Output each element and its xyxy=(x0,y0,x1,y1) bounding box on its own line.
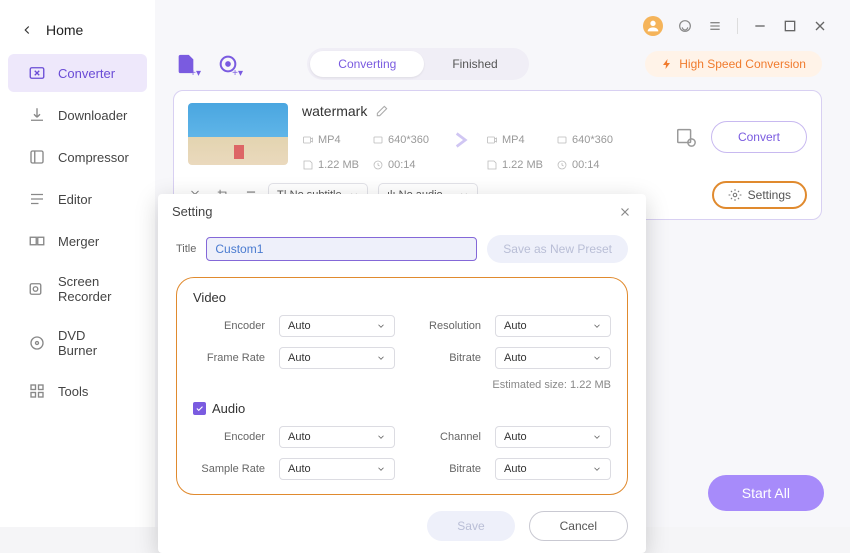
sidebar-item-tools[interactable]: Tools xyxy=(8,372,147,410)
settings-button[interactable]: Settings xyxy=(712,181,807,209)
video-icon xyxy=(302,134,314,146)
home-link[interactable]: Home xyxy=(0,12,155,52)
menu-icon[interactable] xyxy=(707,18,723,34)
converter-icon xyxy=(28,64,46,82)
status-tabs: Converting Finished xyxy=(307,48,528,80)
gear-icon xyxy=(728,188,742,202)
merger-icon xyxy=(28,232,46,250)
size-icon xyxy=(486,159,498,171)
save-preset-button[interactable]: Save as New Preset xyxy=(487,235,628,263)
video-encoder-select[interactable]: Auto xyxy=(279,315,395,337)
video-bitrate-select[interactable]: Auto xyxy=(495,347,611,369)
clock-icon xyxy=(556,159,568,171)
save-button[interactable]: Save xyxy=(427,511,514,541)
modal-title: Setting xyxy=(172,204,212,219)
video-framerate-select[interactable]: Auto xyxy=(279,347,395,369)
settings-modal: Setting Title Save as New Preset Video E… xyxy=(158,194,646,553)
edit-icon[interactable] xyxy=(375,104,389,118)
sidebar: Home Converter Downloader Compressor Edi… xyxy=(0,0,155,527)
title-label: Title xyxy=(176,243,196,255)
start-all-button[interactable]: Start All xyxy=(708,475,824,511)
audio-encoder-select[interactable]: Auto xyxy=(279,426,395,448)
video-resolution-select[interactable]: Auto xyxy=(495,315,611,337)
resolution-icon xyxy=(556,134,568,146)
video-thumbnail[interactable] xyxy=(188,103,288,165)
audio-checkbox[interactable] xyxy=(193,402,206,415)
clock-icon xyxy=(372,159,384,171)
recorder-icon xyxy=(28,280,46,298)
tab-converting[interactable]: Converting xyxy=(310,51,424,77)
support-icon[interactable] xyxy=(677,18,693,34)
sidebar-item-merger[interactable]: Merger xyxy=(8,222,147,260)
close-button[interactable] xyxy=(812,18,828,34)
maximize-button[interactable] xyxy=(782,18,798,34)
preset-title-input[interactable] xyxy=(206,237,477,261)
convert-button[interactable]: Convert xyxy=(711,121,807,153)
tools-icon xyxy=(28,382,46,400)
sidebar-item-downloader[interactable]: Downloader xyxy=(8,96,147,134)
editor-icon xyxy=(28,190,46,208)
close-icon[interactable] xyxy=(618,205,632,219)
video-group-label: Video xyxy=(193,290,611,305)
avatar[interactable] xyxy=(643,16,663,36)
sidebar-item-screen-recorder[interactable]: Screen Recorder xyxy=(8,264,147,314)
resolution-icon xyxy=(372,134,384,146)
output-settings-icon[interactable] xyxy=(675,126,697,148)
file-title: watermark xyxy=(302,103,367,119)
minimize-button[interactable] xyxy=(752,18,768,34)
video-audio-group: Video Encoder Auto Resolution Auto Frame… xyxy=(176,277,628,495)
audio-samplerate-select[interactable]: Auto xyxy=(279,458,395,480)
video-icon xyxy=(486,134,498,146)
add-file-button[interactable]: +▾ xyxy=(173,51,199,77)
download-icon xyxy=(28,106,46,124)
lightning-icon xyxy=(661,58,673,70)
sidebar-item-compressor[interactable]: Compressor xyxy=(8,138,147,176)
sidebar-item-editor[interactable]: Editor xyxy=(8,180,147,218)
tab-finished[interactable]: Finished xyxy=(424,51,525,77)
compress-icon xyxy=(28,148,46,166)
arrow-right-icon xyxy=(448,127,474,153)
sidebar-item-dvd-burner[interactable]: DVD Burner xyxy=(8,318,147,368)
sidebar-item-converter[interactable]: Converter xyxy=(8,54,147,92)
chevron-left-icon xyxy=(20,23,34,37)
audio-channel-select[interactable]: Auto xyxy=(495,426,611,448)
size-icon xyxy=(302,159,314,171)
audio-bitrate-select[interactable]: Auto xyxy=(495,458,611,480)
add-disc-button[interactable]: +▾ xyxy=(215,51,241,77)
estimated-size: Estimated size: 1.22 MB xyxy=(409,379,611,391)
home-label: Home xyxy=(46,22,83,38)
dvd-icon xyxy=(28,334,46,352)
window-controls xyxy=(163,12,832,40)
high-speed-badge[interactable]: High Speed Conversion xyxy=(645,51,822,77)
cancel-button[interactable]: Cancel xyxy=(529,511,628,541)
